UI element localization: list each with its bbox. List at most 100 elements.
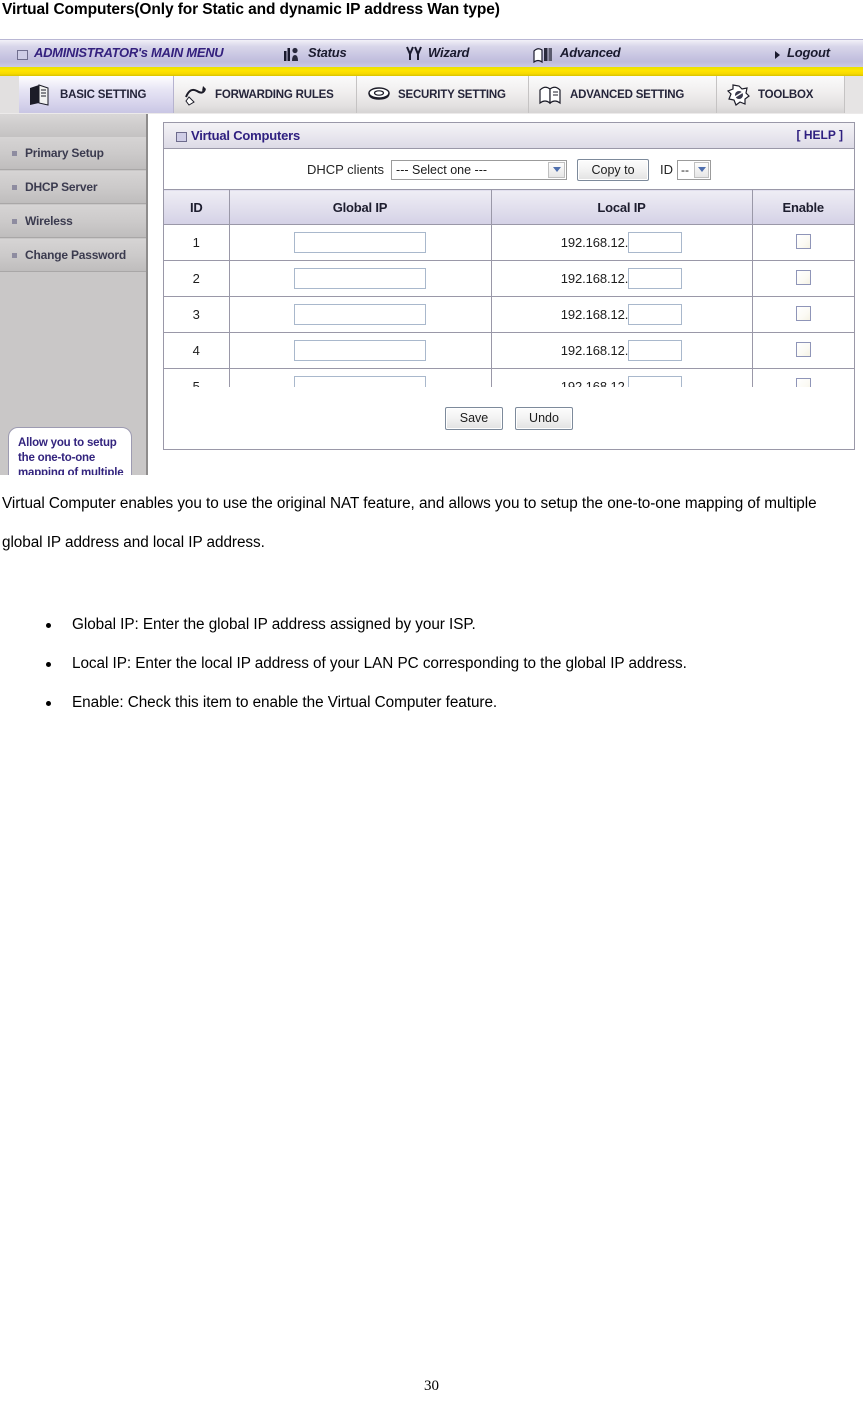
- admin-link-logout[interactable]: Logout: [787, 45, 830, 60]
- global-ip-input[interactable]: [294, 304, 426, 325]
- list-item: Enable: Check this item to enable the Vi…: [2, 683, 852, 722]
- cell-local-ip: 192.168.12.: [491, 260, 753, 297]
- sidebar-item-wireless[interactable]: Wireless: [0, 205, 146, 238]
- cell-id: 3: [164, 296, 230, 333]
- basic-setting-icon: [30, 83, 49, 106]
- sidebar-item-dhcp-server[interactable]: DHCP Server: [0, 171, 146, 204]
- enable-checkbox[interactable]: [795, 269, 811, 285]
- cell-local-ip: 192.168.12.: [491, 332, 753, 369]
- tab-label: TOOLBOX: [758, 88, 814, 101]
- enable-checkbox[interactable]: [795, 233, 811, 249]
- sidebar-hint-text: Allow you to setup the one-to-one mappin…: [18, 437, 124, 475]
- admin-link-wizard[interactable]: Wizard: [428, 45, 470, 60]
- cell-id: 1: [164, 224, 230, 261]
- cell-enable: [752, 332, 854, 369]
- wizard-icon: [406, 46, 422, 60]
- local-ip-prefix: 192.168.12.: [560, 307, 629, 322]
- local-ip-input[interactable]: [628, 268, 683, 289]
- tab-gutter-right: [845, 76, 863, 113]
- router-ui-screenshot: ADMINISTRATOR's MAIN MENU Status Wizard: [0, 39, 863, 475]
- forwarding-rules-icon: [185, 85, 206, 106]
- id-select[interactable]: --: [677, 159, 712, 180]
- tab-forwarding-rules[interactable]: FORWARDING RULES: [174, 76, 357, 113]
- admin-link-status[interactable]: Status: [308, 45, 347, 60]
- enable-checkbox[interactable]: [795, 341, 811, 357]
- page-number: 30: [424, 1378, 439, 1394]
- sidebar-hint-box: Allow you to setup the one-to-one mappin…: [8, 427, 132, 475]
- tab-gutter-left: [0, 76, 20, 113]
- advanced-icon: [533, 48, 552, 63]
- local-ip-input[interactable]: [628, 232, 683, 253]
- sidebar: Primary Setup DHCP Server Wireless Chang…: [0, 114, 148, 475]
- col-header-id: ID: [164, 189, 230, 225]
- cell-local-ip: 192.168.12.: [491, 296, 753, 333]
- local-ip-prefix: 192.168.12.: [560, 235, 629, 250]
- dhcp-clients-select[interactable]: --- Select one ---: [391, 159, 568, 180]
- panel-square-icon: [176, 132, 187, 142]
- id-label: ID: [660, 162, 674, 177]
- sidebar-top-cap: [0, 114, 146, 138]
- sidebar-item-change-password[interactable]: Change Password: [0, 239, 146, 272]
- sidebar-item-primary-setup[interactable]: Primary Setup: [0, 137, 146, 170]
- admin-link-advanced[interactable]: Advanced: [560, 45, 621, 60]
- table-row: 2 192.168.12.: [164, 260, 854, 297]
- sidebar-item-label: Change Password: [25, 248, 127, 262]
- sidebar-item-label: Primary Setup: [25, 146, 104, 160]
- chevron-down-icon[interactable]: [694, 161, 710, 178]
- cell-id: 2: [164, 260, 230, 297]
- copy-to-button[interactable]: Copy to: [577, 158, 650, 181]
- router-body: Primary Setup DHCP Server Wireless Chang…: [0, 114, 863, 475]
- cell-enable: [752, 260, 854, 297]
- admin-top-bar: ADMINISTRATOR's MAIN MENU Status Wizard: [0, 39, 863, 68]
- bullet-icon: [12, 252, 17, 258]
- security-setting-icon: [368, 86, 390, 100]
- yellow-divider: [0, 67, 863, 76]
- save-button[interactable]: Save: [445, 406, 503, 430]
- local-ip-input[interactable]: [628, 304, 683, 325]
- sidebar-item-label: DHCP Server: [25, 180, 98, 194]
- col-header-enable: Enable: [752, 189, 854, 225]
- cell-local-ip: 192.168.12.: [491, 224, 753, 261]
- tab-label: FORWARDING RULES: [215, 88, 334, 101]
- tab-label: SECURITY SETTING: [398, 88, 506, 101]
- menu-square-icon: [17, 50, 28, 60]
- admin-main-menu-label: ADMINISTRATOR's MAIN MENU: [34, 45, 224, 60]
- description-paragraph: Virtual Computer enables you to use the …: [2, 495, 817, 551]
- main-tab-bar: BASIC SETTING FORWARDING RULES SECURITY …: [0, 76, 863, 115]
- cell-global-ip: [229, 296, 492, 333]
- local-ip-input[interactable]: [628, 340, 683, 361]
- panel-footer: Save Undo: [164, 387, 854, 449]
- chevron-down-icon[interactable]: [548, 161, 566, 178]
- cell-id: 4: [164, 332, 230, 369]
- tab-basic-setting[interactable]: BASIC SETTING: [19, 76, 174, 113]
- page-title: Virtual Computers(Only for Static and dy…: [2, 1, 500, 18]
- bullet-icon: [12, 150, 17, 156]
- tab-advanced-setting[interactable]: ADVANCED SETTING: [529, 76, 717, 113]
- dhcp-clients-row: DHCP clients --- Select one --- Copy to …: [164, 150, 854, 189]
- help-link[interactable]: [ HELP ]: [797, 128, 843, 142]
- cell-enable: [752, 296, 854, 333]
- enable-checkbox[interactable]: [795, 305, 811, 321]
- status-icon: [284, 47, 298, 61]
- undo-button[interactable]: Undo: [515, 406, 573, 430]
- dhcp-clients-select-value: --- Select one ---: [396, 162, 488, 177]
- tab-toolbox[interactable]: TOOLBOX: [717, 76, 845, 113]
- local-ip-prefix: 192.168.12.: [560, 271, 629, 286]
- global-ip-input[interactable]: [294, 340, 426, 361]
- sidebar-item-label: Wireless: [25, 214, 73, 228]
- list-item: Global IP: Enter the global IP address a…: [2, 605, 852, 644]
- global-ip-input[interactable]: [294, 268, 426, 289]
- tab-security-setting[interactable]: SECURITY SETTING: [357, 76, 529, 113]
- advanced-setting-icon: [539, 86, 561, 104]
- id-select-value: --: [681, 162, 690, 177]
- dhcp-clients-label: DHCP clients: [306, 162, 385, 177]
- local-ip-prefix: 192.168.12.: [560, 343, 629, 358]
- bullet-icon: [12, 218, 17, 224]
- cell-global-ip: [229, 224, 492, 261]
- table-row: 3 192.168.12.: [164, 296, 854, 333]
- bullet-icon: [12, 184, 17, 190]
- virtual-computers-table: ID Global IP Local IP Enable 1 192.168.1…: [164, 189, 854, 405]
- global-ip-input[interactable]: [294, 232, 426, 253]
- panel-header: Virtual Computers [ HELP ]: [164, 123, 854, 149]
- panel-title: Virtual Computers: [191, 128, 301, 143]
